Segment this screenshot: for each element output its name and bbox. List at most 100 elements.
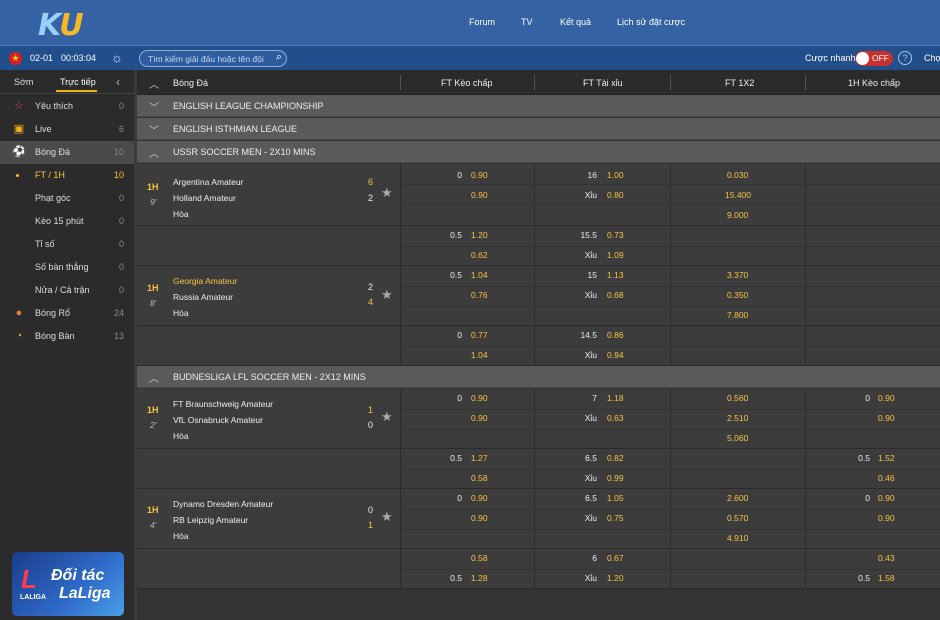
home-team[interactable]: Georgia Amateur <box>173 276 237 286</box>
odds-cell[interactable]: 1.52 <box>878 453 895 463</box>
odds-cell[interactable]: 1.28 <box>471 573 488 583</box>
odds-cell[interactable]: 1.09 <box>607 250 624 260</box>
home-team[interactable]: Dynamo Dresden Amateur <box>173 499 273 509</box>
odds-cell[interactable]: 1.27 <box>471 453 488 463</box>
odds-cell[interactable]: 0.90 <box>878 393 895 403</box>
odds-cell[interactable]: 0.90 <box>878 413 895 423</box>
odds-cell[interactable]: 0.43 <box>878 553 895 563</box>
odds-cell[interactable]: 1.05 <box>607 493 624 503</box>
odds-cell[interactable]: 0.90 <box>471 493 488 503</box>
odds-cell[interactable]: 0.73 <box>607 230 624 240</box>
odds-cell[interactable]: 0.68 <box>607 290 624 300</box>
odds-cell[interactable]: 0.90 <box>471 170 488 180</box>
home-team[interactable]: FT Braunschweig Amateur <box>173 399 273 409</box>
odds-cell[interactable]: 2.600 <box>727 493 748 503</box>
vietnam-flag-icon[interactable]: ★ <box>9 52 22 65</box>
odds-cell[interactable]: 0.76 <box>471 290 488 300</box>
favorite-star-icon[interactable]: ★ <box>381 287 393 303</box>
sidebar-item-soccer[interactable]: ⚽ Bóng Đá 10 <box>0 141 134 164</box>
sun-icon[interactable]: ☼ <box>111 50 123 65</box>
sidebar-item-ft-1h[interactable]: FT / 1H 10 <box>0 164 134 187</box>
tv-icon: ▣ <box>13 123 25 135</box>
odds-cell[interactable]: 0.67 <box>607 553 624 563</box>
odds-cell[interactable]: 0.82 <box>607 453 624 463</box>
nav-results[interactable]: Kết quả <box>560 17 591 27</box>
favorite-star-icon[interactable]: ★ <box>381 409 393 425</box>
odds-cell[interactable]: 1.13 <box>607 270 624 280</box>
help-icon[interactable]: ? <box>898 51 912 65</box>
odds-cell[interactable]: 0.63 <box>607 413 624 423</box>
home-team[interactable]: Argentina Amateur <box>173 177 243 187</box>
league-row[interactable]: ︿ USSR SOCCER MEN - 2X10 MINS <box>137 141 940 163</box>
odds-cell[interactable]: 0.46 <box>878 473 895 483</box>
nav-forum[interactable]: Forum <box>469 17 495 27</box>
odds-cell[interactable]: 0.86 <box>607 330 624 340</box>
odds-cell[interactable]: 1.20 <box>607 573 624 583</box>
sidebar-item-favorites[interactable]: ☆ Yêu thích 0 <box>0 95 134 118</box>
odds-cell[interactable]: 1.20 <box>471 230 488 240</box>
nav-bet-history[interactable]: Lịch sử đặt cược <box>617 17 685 27</box>
odds-cell[interactable]: 0.94 <box>607 350 624 360</box>
odds-cell[interactable]: 0.90 <box>878 513 895 523</box>
odds-cell[interactable]: 5.060 <box>727 433 748 443</box>
sub-bar: ★ 02-01 00:03:04 ☼ Tìm kiếm giải đấu hoặ… <box>0 45 940 70</box>
sidebar-item-total-goals[interactable]: Số bàn thắng 0 <box>0 256 134 279</box>
away-team[interactable]: Holland Amateur <box>173 193 236 203</box>
league-row[interactable]: ﹀ ENGLISH LEAGUE CHAMPIONSHIP <box>137 95 940 117</box>
sidebar-item-half-full[interactable]: Nửa / Cả trận 0 <box>0 279 134 302</box>
odds-cell[interactable]: 0.77 <box>471 330 488 340</box>
league-row[interactable]: ︿ BUDNESLIGA LFL SOCCER MEN - 2X12 MINS <box>137 366 940 388</box>
sidebar-item-15min[interactable]: Kèo 15 phút 0 <box>0 210 134 233</box>
odds-cell[interactable]: 9.000 <box>727 210 748 220</box>
sidebar-item-score[interactable]: Tỉ số 0 <box>0 233 134 256</box>
laliga-partner-banner[interactable]: L LALIGA Đối tác LaLiga <box>12 552 124 616</box>
sidebar-item-corners[interactable]: Phạt góc 0 <box>0 187 134 210</box>
match-row: 1H 4' Dynamo Dresden Amateur RB Leipzig … <box>137 489 940 549</box>
odds-cell[interactable]: 3.370 <box>727 270 748 280</box>
away-team[interactable]: Russia Amateur <box>173 292 233 302</box>
sidebar-item-live[interactable]: ▣ Live 6 <box>0 118 134 141</box>
odds-cell[interactable]: 1.00 <box>607 170 624 180</box>
search-input[interactable]: Tìm kiếm giải đấu hoặc tên đội ⌕ <box>139 50 287 67</box>
odds-cell[interactable]: 1.18 <box>607 393 624 403</box>
nav-tv[interactable]: TV <box>521 17 533 27</box>
odds-cell[interactable]: 0.58 <box>471 553 488 563</box>
odds-cell[interactable]: 0.75 <box>607 513 624 523</box>
collapse-chevron-icon[interactable]: ‹ <box>116 75 120 89</box>
away-team[interactable]: VfL Osnabruck Amateur <box>173 415 263 425</box>
league-row[interactable]: ﹀ ENGLISH ISTHMIAN LEAGUE <box>137 118 940 140</box>
sidebar-item-table-tennis[interactable]: ◔ Bóng Bàn 13 <box>0 325 134 348</box>
star-icon: ☆ <box>14 100 24 112</box>
collapse-all-chevron-icon[interactable]: ︿ <box>149 76 159 91</box>
odds-cell[interactable]: 1.04 <box>471 350 488 360</box>
odds-cell[interactable]: 2.510 <box>727 413 748 423</box>
quick-bet-toggle[interactable]: OFF <box>855 51 893 66</box>
search-icon[interactable]: ⌕ <box>276 51 282 64</box>
odds-cell[interactable]: 7.800 <box>727 310 748 320</box>
favorite-star-icon[interactable]: ★ <box>381 185 393 201</box>
away-team[interactable]: RB Leipzig Amateur <box>173 515 248 525</box>
odds-cell[interactable]: 0.99 <box>607 473 624 483</box>
chevron-up-icon: ︿ <box>149 374 159 385</box>
odds-cell[interactable]: 0.90 <box>878 493 895 503</box>
sidebar-item-basketball[interactable]: ● Bóng Rổ 24 <box>0 302 134 325</box>
odds-cell[interactable]: 0.90 <box>471 513 488 523</box>
options-label[interactable]: Chọ <box>924 53 940 63</box>
odds-cell[interactable]: 0.80 <box>607 190 624 200</box>
odds-cell[interactable]: 1.04 <box>471 270 488 280</box>
odds-cell[interactable]: 1.58 <box>878 573 895 583</box>
odds-cell[interactable]: 0.560 <box>727 393 748 403</box>
odds-cell[interactable]: 0.90 <box>471 413 488 423</box>
odds-cell[interactable]: 4.910 <box>727 533 748 543</box>
tab-live[interactable]: Trực tiếp <box>60 77 96 87</box>
odds-cell[interactable]: 0.62 <box>471 250 488 260</box>
odds-cell[interactable]: 0.90 <box>471 190 488 200</box>
odds-cell[interactable]: 0.90 <box>471 393 488 403</box>
favorite-star-icon[interactable]: ★ <box>381 509 393 525</box>
odds-cell[interactable]: 0.58 <box>471 473 488 483</box>
odds-cell[interactable]: 0.030 <box>727 170 748 180</box>
odds-cell[interactable]: 15.400 <box>725 190 751 200</box>
tab-early[interactable]: Sớm <box>14 77 33 87</box>
odds-cell[interactable]: 0.570 <box>727 513 748 523</box>
odds-cell[interactable]: 0.350 <box>727 290 748 300</box>
